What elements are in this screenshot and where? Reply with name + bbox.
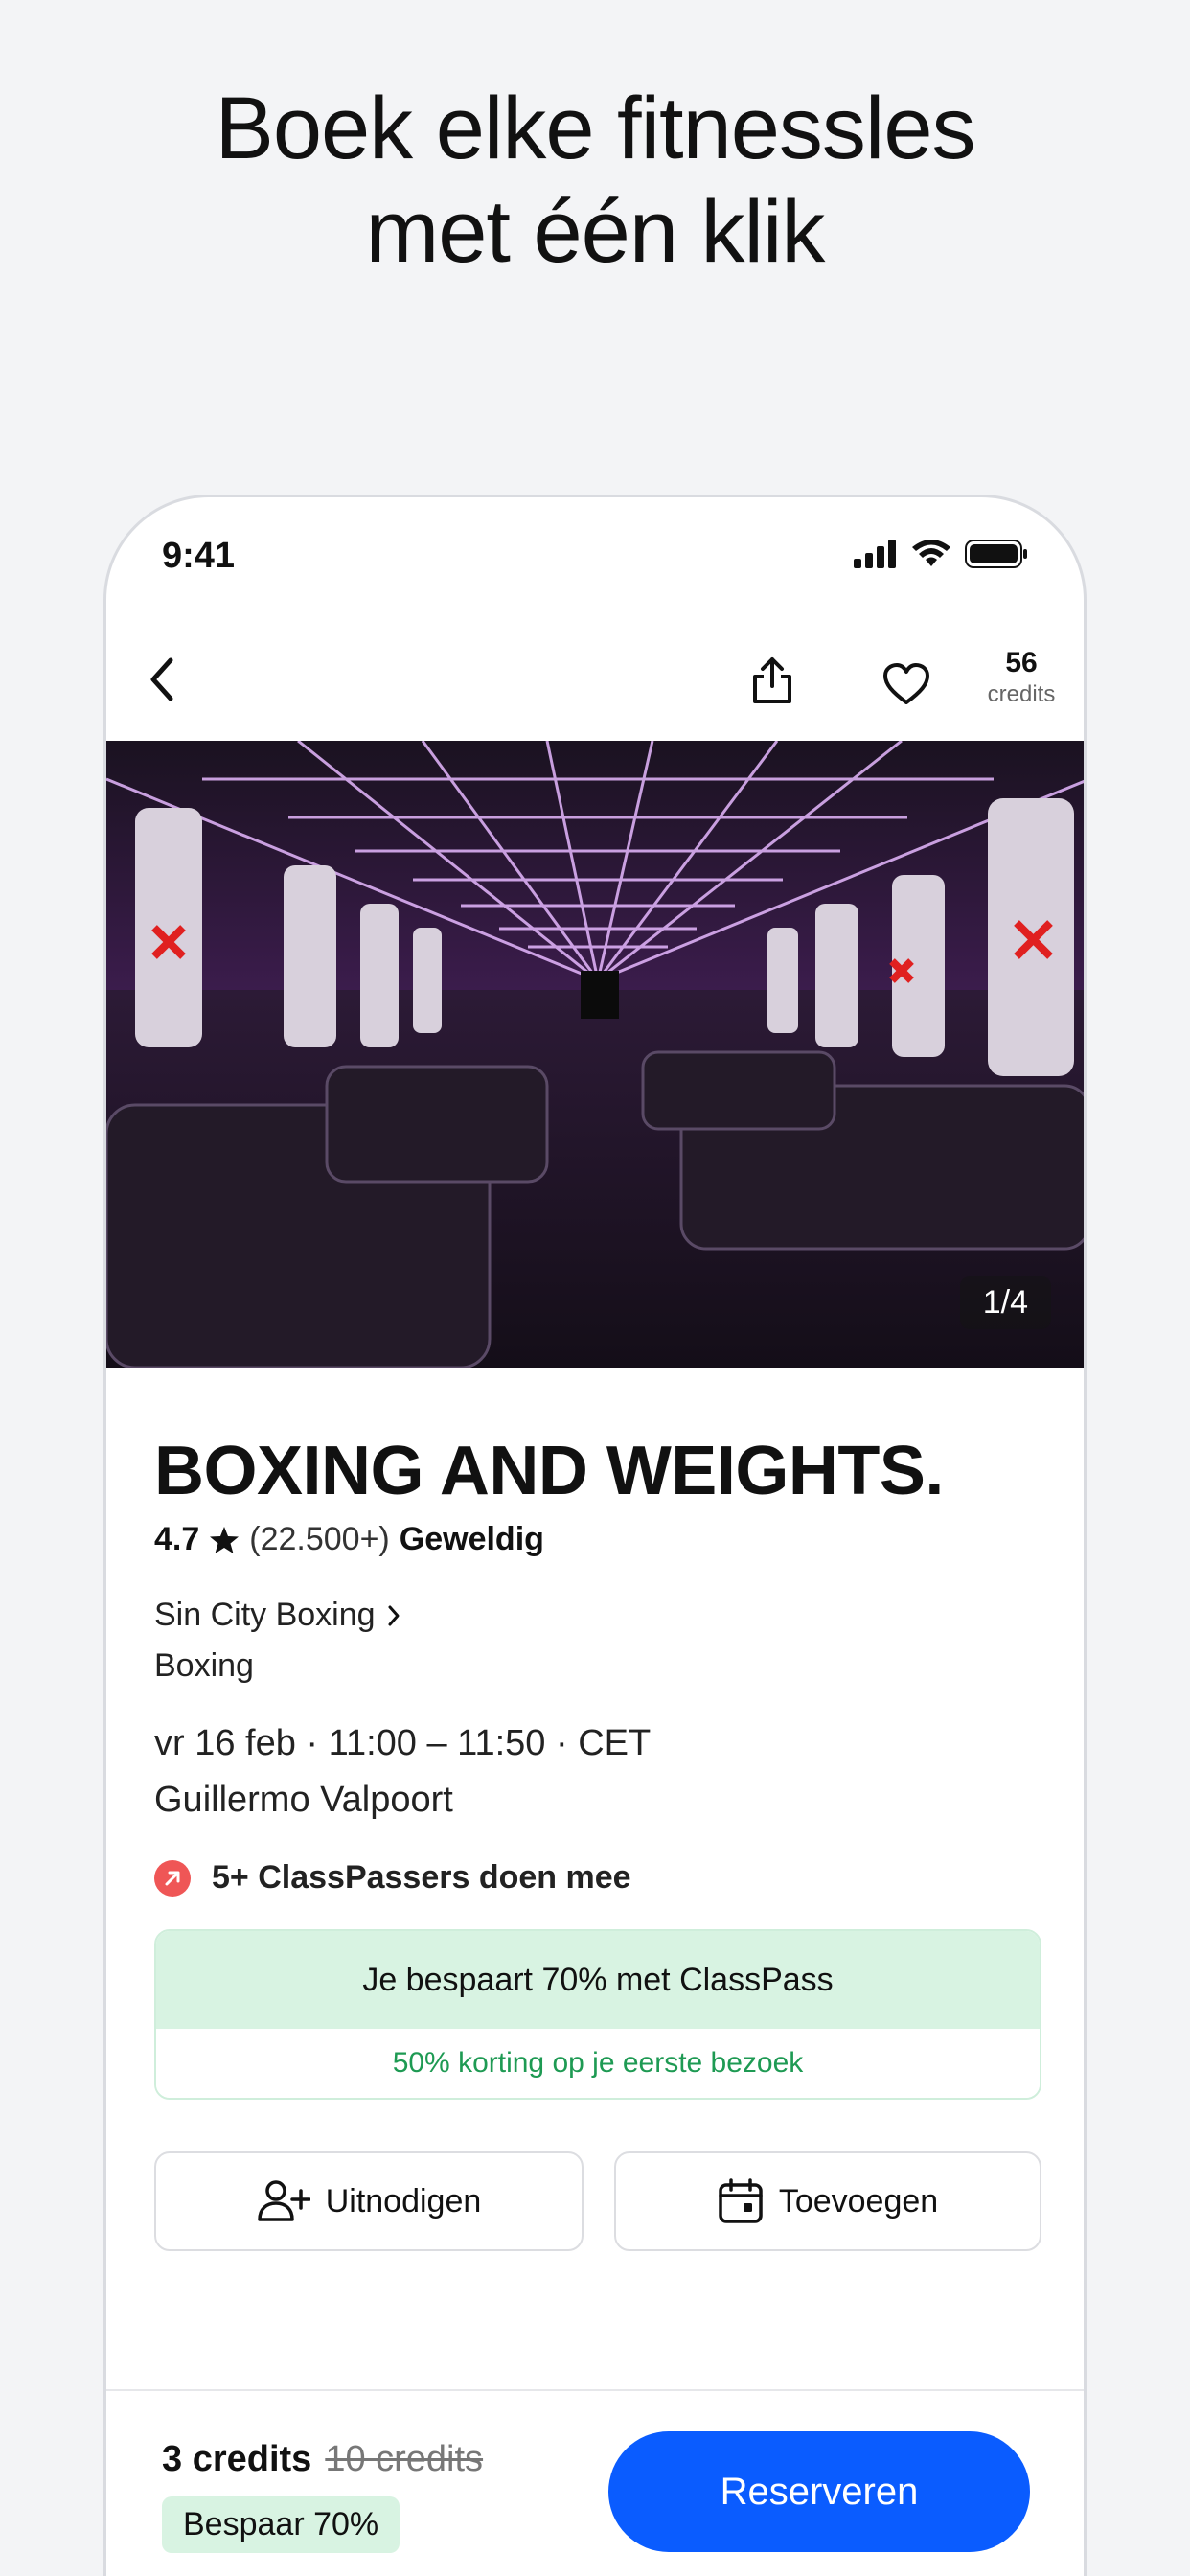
studio-name: Sin City Boxing [154,1597,376,1633]
credits-count: 56 [1005,647,1038,678]
invite-button[interactable]: Uitnodigen [154,2151,584,2251]
hero-photo[interactable]: 1/4 [106,741,1084,1368]
savings-subline: 50% korting op je eerste bezoek [156,2029,1040,2098]
class-datetime: vr 16 feb · 11:00 – 11:50 · CET [154,1723,652,1763]
add-user-icon [257,2180,310,2221]
headline-line-2: met één klik [365,183,826,281]
action-row: Uitnodigen Toevoegen [154,2151,1041,2251]
status-icons [854,540,1028,573]
credits-balance[interactable]: 56 credits [969,647,1074,708]
reserve-button[interactable]: Reserveren [608,2431,1030,2552]
heart-icon [883,663,929,704]
gym-interior-photo [106,741,1084,1368]
photo-counter: 1/4 [959,1276,1051,1329]
savings-headline: Je bespaart 70% met ClassPass [156,1931,1040,2029]
class-instructor: Guillermo Valpoort [154,1780,453,1820]
status-bar: 9:41 [106,497,1084,612]
price-old: 10 credits [325,2439,484,2479]
price-current: 3 credits [162,2439,312,2479]
class-details: BOXING AND WEIGHTS. 4.7 (22.500+) Geweld… [154,1368,1041,2251]
share-icon [753,657,791,703]
back-button[interactable] [133,651,191,708]
top-navigation: 56 credits [106,632,1084,737]
savings-card: Je bespaart 70% met ClassPass 50% kortin… [154,1929,1041,2100]
phone-frame: 9:41 56 credits 1/4 BOXING AND WEIGHTS. … [103,494,1087,2576]
chevron-left-icon [150,657,173,702]
price-line: 3 credits 10 credits [162,2439,483,2480]
signal-icon [854,540,898,573]
status-time: 9:41 [162,536,236,576]
discount-badge: Bespaar 70% [162,2496,400,2553]
invite-label: Uitnodigen [325,2182,482,2220]
credits-label: credits [987,681,1056,707]
rating-row[interactable]: 4.7 (22.500+) Geweldig [154,1521,1041,1558]
social-proof: 5+ ClassPassers doen mee [154,1859,1041,1897]
share-button[interactable] [739,647,806,714]
rating-value: 4.7 [154,1521,200,1557]
battery-icon [965,540,1028,573]
chevron-right-icon [388,1605,400,1625]
class-title: BOXING AND WEIGHTS. [154,1433,944,1509]
rating-count: (22.500+) [249,1521,390,1557]
trending-icon [154,1859,191,1897]
star-icon [210,1526,240,1553]
add-label: Toevoegen [778,2182,939,2220]
headline-line-1: Boek elke fitnessles [215,80,975,177]
booking-footer: 3 credits 10 credits Bespaar 70% Reserve… [106,2389,1084,2576]
calendar-icon [719,2178,763,2223]
add-to-calendar-button[interactable]: Toevoegen [614,2151,1041,2251]
wifi-icon [911,540,951,573]
rating-word: Geweldig [399,1521,544,1557]
favorite-button[interactable] [873,651,940,718]
class-category: Boxing [154,1647,254,1684]
studio-link[interactable]: Sin City Boxing [154,1597,1041,1634]
social-proof-text: 5+ ClassPassers doen mee [212,1859,631,1896]
marketing-headline: Boek elke fitnessles met één klik [0,77,1190,284]
